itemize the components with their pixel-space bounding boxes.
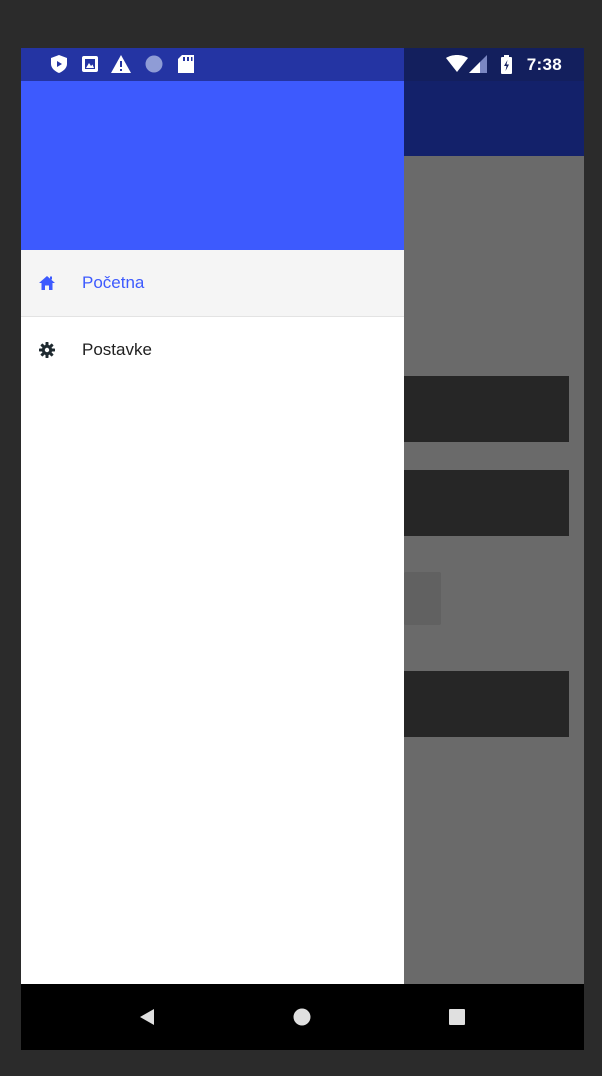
drawer-item-postavke[interactable]: Postavke bbox=[21, 317, 404, 383]
sd-card-icon bbox=[178, 55, 194, 73]
system-navigation-bar bbox=[21, 984, 584, 1050]
gear-icon bbox=[39, 342, 55, 358]
drawer-item-label: Početna bbox=[82, 273, 145, 292]
recents-icon[interactable] bbox=[444, 1004, 470, 1030]
circle-icon bbox=[145, 55, 163, 73]
signal-icon bbox=[469, 55, 487, 73]
back-icon[interactable] bbox=[134, 1004, 160, 1030]
wifi-icon bbox=[446, 55, 468, 72]
warning-icon bbox=[111, 55, 131, 73]
background-input-field-1 bbox=[404, 376, 569, 442]
home-circle-icon[interactable] bbox=[289, 1004, 315, 1030]
drawer-item-label: Postavke bbox=[82, 340, 152, 359]
status-bar-drawer-overlay bbox=[21, 48, 404, 81]
device-frame: 7:38 Početna Postavke bbox=[0, 0, 602, 1076]
shield-icon bbox=[51, 55, 67, 73]
home-icon bbox=[39, 275, 55, 291]
navigation-drawer: Početna Postavke bbox=[21, 81, 404, 984]
image-icon bbox=[82, 56, 98, 72]
phone-screen: 7:38 Početna Postavke bbox=[21, 48, 584, 1050]
drawer-item-pocetna[interactable]: Početna bbox=[21, 250, 404, 317]
drawer-header bbox=[21, 81, 404, 250]
battery-icon bbox=[501, 55, 512, 74]
status-time: 7:38 bbox=[526, 55, 562, 74]
background-input-field-3 bbox=[404, 671, 569, 737]
app-toolbar-dimmed bbox=[404, 81, 584, 156]
background-input-field-2 bbox=[404, 470, 569, 536]
status-bar: 7:38 bbox=[21, 48, 584, 81]
background-button bbox=[404, 572, 441, 625]
